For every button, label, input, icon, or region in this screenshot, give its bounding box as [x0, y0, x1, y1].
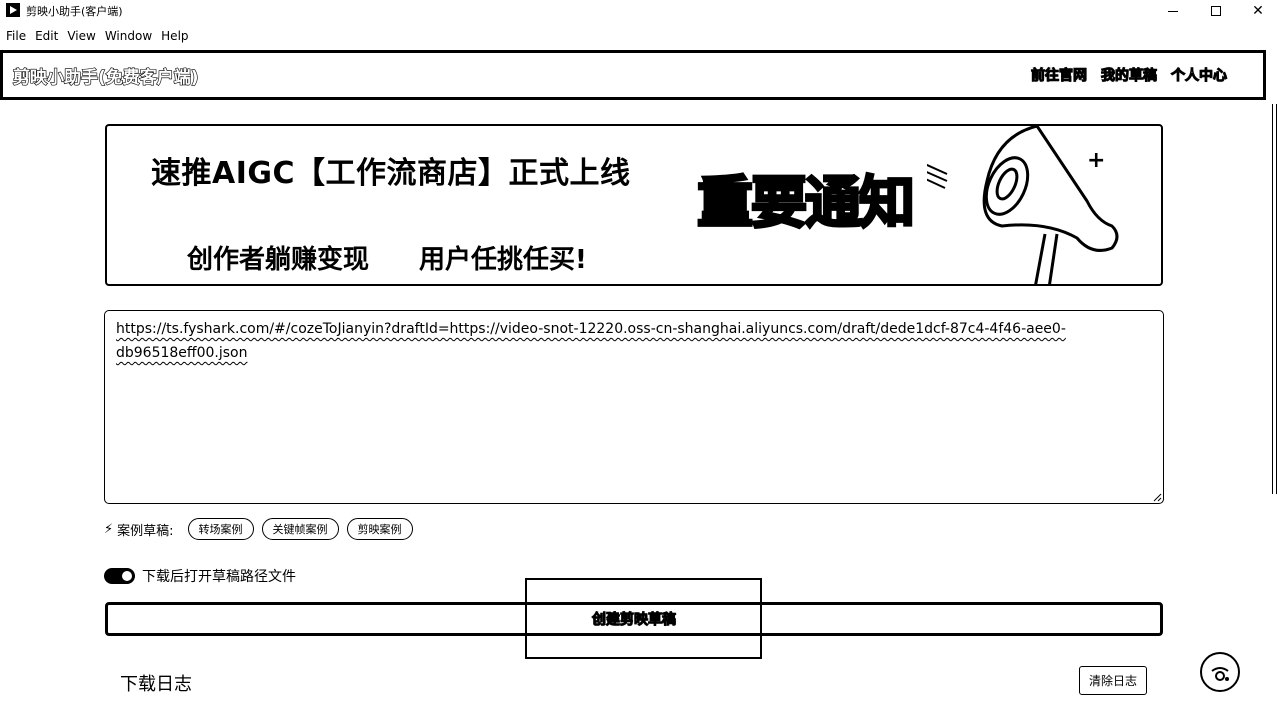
menu-view[interactable]: View — [67, 29, 95, 43]
app-logo-icon — [6, 3, 20, 17]
close-button[interactable]: ✕ — [1238, 0, 1278, 22]
banner-sub-right: 用户任挑任买! — [419, 245, 587, 275]
app-title: 剪映小助手(免费客户端) — [12, 67, 199, 88]
menu-edit[interactable]: Edit — [35, 29, 58, 43]
header-nav: 前往官网 我的草稿 个人中心 — [1031, 65, 1228, 85]
sample-drafts: ⚡ 案例草稿: 转场案例 关键帧案例 剪映案例 — [104, 518, 421, 540]
clear-log-button[interactable]: 清除日志 — [1079, 666, 1147, 695]
nav-official-site[interactable]: 前往官网 — [1031, 65, 1088, 85]
app-header: 剪映小助手(免费客户端) 前往官网 我的草稿 个人中心 — [0, 50, 1266, 100]
menu-bar: File Edit View Window Help — [0, 26, 192, 46]
nav-user-center[interactable]: 个人中心 — [1171, 65, 1228, 85]
menu-file[interactable]: File — [6, 29, 26, 43]
lightning-icon: ⚡ — [104, 521, 114, 537]
minimize-icon — [1168, 10, 1178, 12]
title-bar: 剪映小助手(客户端) ✕ — [0, 0, 1280, 22]
window-title: 剪映小助手(客户端) — [26, 5, 123, 18]
open-folder-toggle[interactable] — [104, 568, 135, 584]
banner-sub-left: 创作者躺赚变现 — [187, 245, 370, 275]
banner-headline: 速推AIGC【工作流商店】正式上线 — [151, 156, 631, 191]
nav-my-drafts[interactable]: 我的草稿 — [1101, 65, 1158, 85]
menu-window[interactable]: Window — [105, 29, 152, 43]
sample-transition-chip[interactable]: 转场案例 — [187, 518, 254, 540]
close-icon: ✕ — [1252, 3, 1264, 19]
draft-url-input[interactable] — [104, 310, 1164, 504]
maximize-button[interactable] — [1196, 0, 1236, 22]
sample-keyframe-chip[interactable]: 关键帧案例 — [261, 518, 339, 540]
banner-notice: 重要通知 — [696, 171, 917, 236]
announcement-banner[interactable]: 速推AIGC【工作流商店】正式上线 重要通知 创作者躺赚变现 用户任挑任买! + — [105, 124, 1163, 286]
floating-assistant-button[interactable] — [1200, 652, 1240, 692]
megaphone-icon — [927, 126, 1119, 284]
maximize-icon — [1211, 6, 1221, 16]
banner-subline: 创作者躺赚变现 用户任挑任买! — [187, 239, 587, 276]
sample-jianying-chip[interactable]: 剪映案例 — [346, 518, 413, 540]
samples-label: 案例草稿: — [117, 523, 174, 539]
open-folder-toggle-label: 下载后打开草稿路径文件 — [142, 569, 296, 585]
vertical-scrollbar[interactable] — [1272, 104, 1277, 494]
download-log-title: 下载日志 — [120, 674, 192, 695]
menu-help[interactable]: Help — [161, 29, 188, 43]
create-draft-button[interactable]: 创建剪映草稿 — [105, 602, 1163, 636]
assistant-icon — [1211, 667, 1229, 681]
create-draft-label: 创建剪映草稿 — [592, 612, 677, 629]
minimize-button[interactable] — [1153, 0, 1193, 22]
resize-grip-icon[interactable] — [1153, 493, 1162, 502]
open-folder-toggle-row: 下载后打开草稿路径文件 — [104, 566, 296, 586]
